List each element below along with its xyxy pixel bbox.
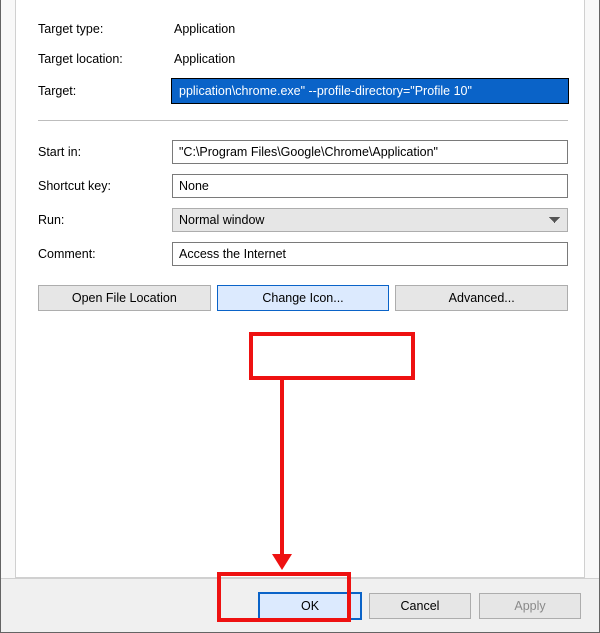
change-icon-button[interactable]: Change Icon... bbox=[217, 285, 390, 311]
row-start-in: Start in: bbox=[38, 135, 568, 169]
label-comment: Comment: bbox=[38, 247, 172, 261]
value-target-type: Application bbox=[172, 22, 568, 36]
row-target-location: Target location: Application bbox=[38, 44, 568, 74]
row-comment: Comment: bbox=[38, 237, 568, 271]
open-file-location-button[interactable]: Open File Location bbox=[38, 285, 211, 311]
divider bbox=[38, 120, 568, 121]
label-shortcut-key: Shortcut key: bbox=[38, 179, 172, 193]
row-target: Target: bbox=[38, 74, 568, 108]
row-target-type: Target type: Application bbox=[38, 14, 568, 44]
row-run: Run: Normal window bbox=[38, 203, 568, 237]
properties-dialog: Target type: Application Target location… bbox=[0, 0, 600, 633]
target-input[interactable] bbox=[172, 79, 568, 103]
label-run: Run: bbox=[38, 213, 172, 227]
label-start-in: Start in: bbox=[38, 145, 172, 159]
apply-button[interactable]: Apply bbox=[479, 593, 581, 619]
value-target-location: Application bbox=[172, 52, 568, 66]
cancel-button[interactable]: Cancel bbox=[369, 593, 471, 619]
comment-input[interactable] bbox=[172, 242, 568, 266]
advanced-button[interactable]: Advanced... bbox=[395, 285, 568, 311]
start-in-input[interactable] bbox=[172, 140, 568, 164]
row-shortcut-key: Shortcut key: bbox=[38, 169, 568, 203]
label-target-location: Target location: bbox=[38, 52, 172, 66]
ok-button[interactable]: OK bbox=[259, 593, 361, 619]
dialog-footer: OK Cancel Apply bbox=[1, 578, 599, 632]
shortcut-tab-panel: Target type: Application Target location… bbox=[15, 0, 585, 578]
shortcut-key-input[interactable] bbox=[172, 174, 568, 198]
run-select[interactable]: Normal window bbox=[172, 208, 568, 232]
tab-button-row: Open File Location Change Icon... Advanc… bbox=[38, 285, 568, 311]
label-target-type: Target type: bbox=[38, 22, 172, 36]
label-target: Target: bbox=[38, 84, 172, 98]
